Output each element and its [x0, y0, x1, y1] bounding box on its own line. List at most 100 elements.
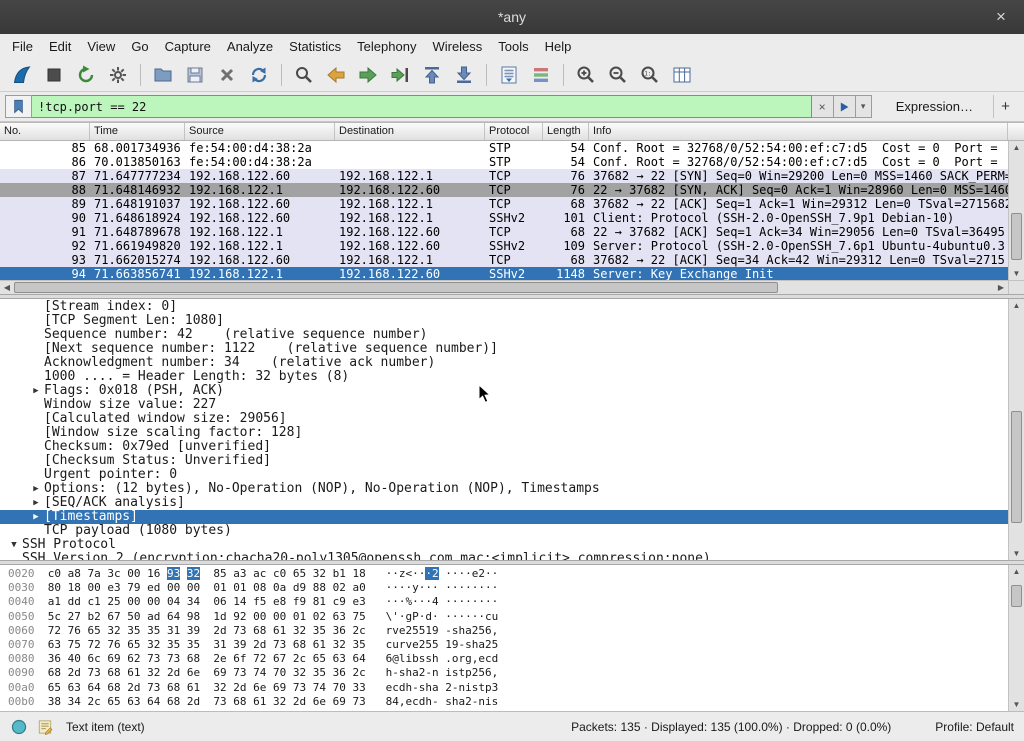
- menu-item-tools[interactable]: Tools: [490, 36, 536, 57]
- expander-right-icon[interactable]: ▶: [28, 510, 44, 524]
- detail-line[interactable]: ▶Options: (12 bytes), No-Operation (NOP)…: [0, 482, 1008, 496]
- apply-filter-button[interactable]: [834, 95, 856, 118]
- column-header-source[interactable]: Source: [185, 123, 335, 140]
- start-capture-button[interactable]: [7, 61, 37, 89]
- detail-line[interactable]: Sequence number: 42 (relative sequence n…: [0, 328, 1008, 342]
- scroll-right-icon[interactable]: ▶: [994, 283, 1008, 292]
- packet-row[interactable]: 8871.648146932192.168.122.1192.168.122.6…: [0, 183, 1008, 197]
- menu-item-go[interactable]: Go: [123, 36, 156, 57]
- capture-options-button[interactable]: [103, 61, 133, 89]
- hex-row[interactable]: 00b0 38 34 2c 65 63 64 68 2d 73 68 61 32…: [0, 695, 1008, 709]
- expander-down-icon[interactable]: ▼: [6, 538, 22, 552]
- scrollbar-thumb[interactable]: [14, 282, 778, 293]
- expander-right-icon[interactable]: ▶: [28, 496, 44, 510]
- packet-row[interactable]: 9171.648789678192.168.122.1192.168.122.6…: [0, 225, 1008, 239]
- go-to-first-button[interactable]: [417, 61, 447, 89]
- scroll-left-icon[interactable]: ◀: [0, 283, 14, 292]
- detail-line[interactable]: 1000 .... = Header Length: 32 bytes (8): [0, 370, 1008, 384]
- expert-info-icon[interactable]: [10, 718, 28, 736]
- scroll-up-icon[interactable]: ▲: [1013, 299, 1021, 312]
- detail-line[interactable]: [Window size scaling factor: 128]: [0, 426, 1008, 440]
- clear-filter-button[interactable]: ×: [812, 95, 834, 118]
- close-window-button[interactable]: ×: [988, 4, 1014, 30]
- stop-capture-button[interactable]: [39, 61, 69, 89]
- packet-list-hscrollbar[interactable]: ◀ ▶: [0, 280, 1024, 294]
- go-to-packet-button[interactable]: [385, 61, 415, 89]
- menu-item-help[interactable]: Help: [537, 36, 580, 57]
- hex-row[interactable]: 0090 68 2d 73 68 61 32 2d 6e 69 73 74 70…: [0, 666, 1008, 680]
- menu-item-telephony[interactable]: Telephony: [349, 36, 424, 57]
- filter-bookmark-button[interactable]: [5, 95, 32, 118]
- column-header-info[interactable]: Info: [589, 123, 1008, 140]
- column-header-destination[interactable]: Destination: [335, 123, 485, 140]
- detail-line[interactable]: ▼SSH Protocol: [0, 538, 1008, 552]
- menu-item-analyze[interactable]: Analyze: [219, 36, 281, 57]
- packet-row[interactable]: 8771.647777234192.168.122.60192.168.122.…: [0, 169, 1008, 183]
- detail-line[interactable]: [Calculated window size: 29056]: [0, 412, 1008, 426]
- go-forward-button[interactable]: [353, 61, 383, 89]
- menu-item-statistics[interactable]: Statistics: [281, 36, 349, 57]
- packet-row[interactable]: 9071.648618924192.168.122.60192.168.122.…: [0, 211, 1008, 225]
- detail-line[interactable]: [Stream index: 0]: [0, 300, 1008, 314]
- zoom-original-button[interactable]: [635, 61, 665, 89]
- find-packet-button[interactable]: [289, 61, 319, 89]
- zoom-out-button[interactable]: [603, 61, 633, 89]
- expression-button[interactable]: Expression…: [886, 96, 983, 117]
- menu-item-edit[interactable]: Edit: [41, 36, 79, 57]
- menu-item-wireless[interactable]: Wireless: [424, 36, 490, 57]
- packet-row[interactable]: 9371.662015274192.168.122.60192.168.122.…: [0, 253, 1008, 267]
- packet-list-vscrollbar[interactable]: ▲ ▼: [1008, 141, 1024, 280]
- hex-row[interactable]: 0020 c0 a8 7a 3c 00 16 93 32 85 a3 ac c0…: [0, 567, 1008, 581]
- open-file-button[interactable]: [148, 61, 178, 89]
- hex-row[interactable]: 0030 80 18 00 e3 79 ed 00 00 01 01 08 0a…: [0, 581, 1008, 595]
- packet-row[interactable]: 9471.663856741192.168.122.1192.168.122.6…: [0, 267, 1008, 280]
- hex-row[interactable]: 00a0 65 63 64 68 2d 73 68 61 32 2d 6e 69…: [0, 681, 1008, 695]
- detail-line[interactable]: [Checksum Status: Unverified]: [0, 454, 1008, 468]
- scrollbar-thumb[interactable]: [1011, 585, 1022, 607]
- scroll-down-icon[interactable]: ▼: [1013, 547, 1021, 560]
- column-header-length[interactable]: Length: [543, 123, 589, 140]
- expander-right-icon[interactable]: ▶: [28, 482, 44, 496]
- detail-line[interactable]: ▶[SEQ/ACK analysis]: [0, 496, 1008, 510]
- add-filter-button[interactable]: +: [993, 95, 1017, 118]
- column-header-protocol[interactable]: Protocol: [485, 123, 543, 140]
- bytes-vscrollbar[interactable]: ▲ ▼: [1008, 565, 1024, 711]
- profile-label[interactable]: Profile: Default: [935, 720, 1014, 734]
- go-back-button[interactable]: [321, 61, 351, 89]
- colorize-button[interactable]: [526, 61, 556, 89]
- display-filter-input[interactable]: [32, 95, 812, 118]
- scroll-down-icon[interactable]: ▼: [1013, 698, 1021, 711]
- restart-capture-button[interactable]: [71, 61, 101, 89]
- resize-columns-button[interactable]: [667, 61, 697, 89]
- detail-line[interactable]: ▶Flags: 0x018 (PSH, ACK): [0, 384, 1008, 398]
- zoom-in-button[interactable]: [571, 61, 601, 89]
- packet-row[interactable]: 8670.013850163fe:54:00:d4:38:2aSTP54Conf…: [0, 155, 1008, 169]
- detail-line[interactable]: TCP payload (1080 bytes): [0, 524, 1008, 538]
- detail-line[interactable]: [TCP Segment Len: 1080]: [0, 314, 1008, 328]
- filter-history-dropdown[interactable]: ▾: [856, 95, 872, 118]
- detail-line[interactable]: Checksum: 0x79ed [unverified]: [0, 440, 1008, 454]
- menu-item-capture[interactable]: Capture: [157, 36, 219, 57]
- save-file-button[interactable]: [180, 61, 210, 89]
- close-file-button[interactable]: [212, 61, 242, 89]
- column-header-no[interactable]: No.: [0, 123, 90, 140]
- packet-row[interactable]: 9271.661949820192.168.122.1192.168.122.6…: [0, 239, 1008, 253]
- reload-file-button[interactable]: [244, 61, 274, 89]
- detail-line[interactable]: Urgent pointer: 0: [0, 468, 1008, 482]
- scrollbar-thumb[interactable]: [1011, 213, 1022, 260]
- go-to-last-button[interactable]: [449, 61, 479, 89]
- auto-scroll-button[interactable]: [494, 61, 524, 89]
- menu-item-view[interactable]: View: [79, 36, 123, 57]
- scroll-up-icon[interactable]: ▲: [1013, 565, 1021, 578]
- hex-row[interactable]: 0060 72 76 65 32 35 35 31 39 2d 73 68 61…: [0, 624, 1008, 638]
- detail-line[interactable]: ▶[Timestamps]: [0, 510, 1008, 524]
- packet-row[interactable]: 8568.001734936fe:54:00:d4:38:2aSTP54Conf…: [0, 141, 1008, 155]
- hex-row[interactable]: 0070 63 75 72 76 65 32 35 35 31 39 2d 73…: [0, 638, 1008, 652]
- capture-comment-icon[interactable]: [36, 718, 54, 736]
- details-vscrollbar[interactable]: ▲ ▼: [1008, 299, 1024, 560]
- menu-item-file[interactable]: File: [4, 36, 41, 57]
- scrollbar-thumb[interactable]: [1011, 411, 1022, 524]
- hex-row[interactable]: 0080 36 40 6c 69 62 73 73 68 2e 6f 72 67…: [0, 652, 1008, 666]
- scroll-down-icon[interactable]: ▼: [1013, 267, 1021, 280]
- hex-row[interactable]: 0040 a1 dd c1 25 00 00 04 34 06 14 f5 e8…: [0, 595, 1008, 609]
